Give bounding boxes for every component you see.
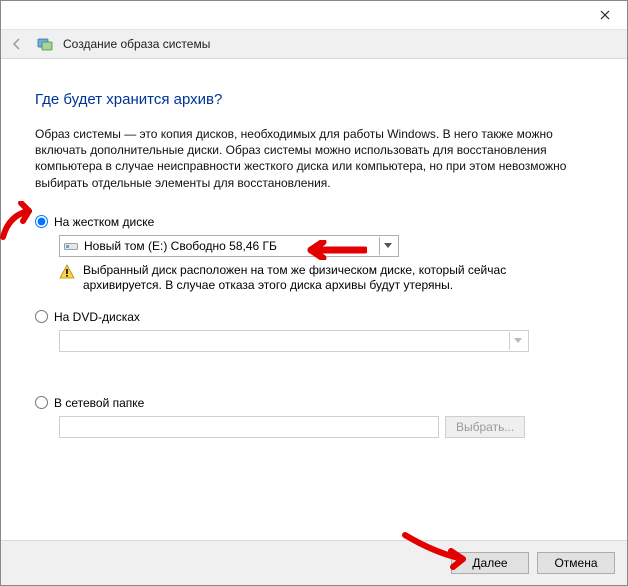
radio-network[interactable] — [35, 396, 48, 409]
option-dvd[interactable]: На DVD-дисках — [35, 310, 593, 324]
hard-disk-dropdown[interactable]: Новый том (E:) Свободно 58,46 ГБ — [59, 235, 399, 257]
wizard-header: Создание образа системы — [1, 30, 627, 59]
wizard-title: Создание образа системы — [63, 37, 210, 51]
dvd-dropdown — [59, 330, 529, 352]
option-dvd-label: На DVD-дисках — [54, 310, 140, 324]
radio-hard-disk[interactable] — [35, 215, 48, 228]
close-icon — [600, 10, 610, 20]
hard-disk-selected: Новый том (E:) Свободно 58,46 ГБ — [84, 239, 277, 253]
page-heading: Где будет хранится архив? — [35, 91, 593, 108]
hard-disk-warning: Выбранный диск расположен на том же физи… — [59, 263, 569, 294]
close-button[interactable] — [582, 1, 627, 29]
chevron-down-icon — [509, 332, 526, 350]
wizard-window: Создание образа системы Где будет хранит… — [0, 0, 628, 586]
window-titlebar — [1, 1, 627, 30]
system-image-icon — [37, 36, 53, 52]
page-description: Образ системы — это копия дисков, необхо… — [35, 126, 593, 191]
radio-dvd[interactable] — [35, 310, 48, 323]
hard-drive-icon — [64, 241, 78, 251]
option-network-label: В сетевой папке — [54, 396, 144, 410]
chevron-down-icon — [379, 237, 396, 255]
hard-disk-warning-text: Выбранный диск расположен на том же физи… — [83, 263, 569, 294]
browse-button: Выбрать... — [445, 416, 525, 438]
back-arrow-icon — [10, 37, 24, 51]
warning-icon — [59, 264, 75, 280]
option-hard-disk[interactable]: На жестком диске — [35, 215, 593, 229]
network-path-input — [59, 416, 439, 438]
wizard-content: Где будет хранится архив? Образ системы … — [1, 59, 627, 540]
wizard-footer: Далее Отмена — [1, 540, 627, 585]
back-button[interactable] — [7, 34, 27, 54]
cancel-button[interactable]: Отмена — [537, 552, 615, 574]
option-network[interactable]: В сетевой папке — [35, 396, 593, 410]
next-button[interactable]: Далее — [451, 552, 529, 574]
option-hard-disk-label: На жестком диске — [54, 215, 154, 229]
